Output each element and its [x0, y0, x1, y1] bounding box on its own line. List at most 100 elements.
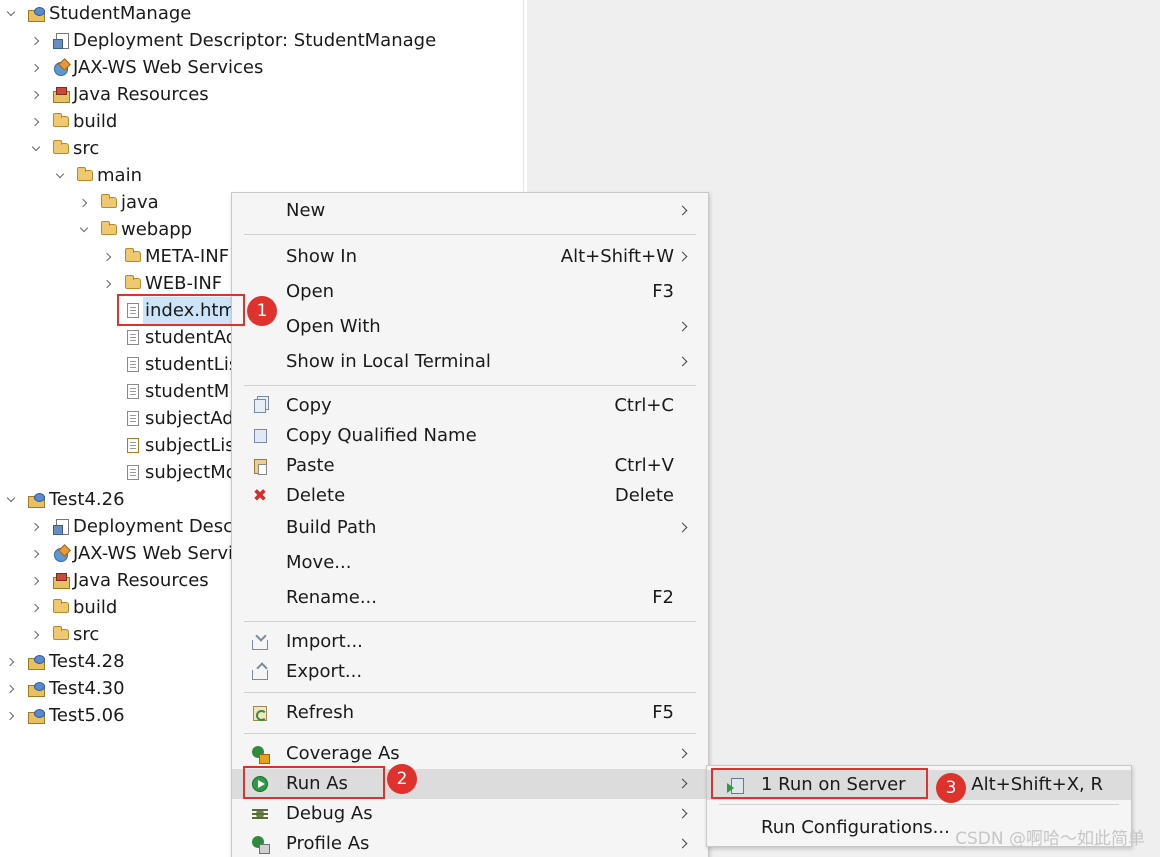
tree-row-build[interactable]: build	[0, 108, 524, 135]
menu-item-move[interactable]: Move...	[232, 548, 708, 578]
tree-row-deployment-descriptor[interactable]: Deployment Descriptor: StudentManage	[0, 27, 524, 54]
menu-separator	[244, 733, 696, 734]
menu-item-paste[interactable]: Paste Ctrl+V	[232, 451, 708, 481]
menu-item-new[interactable]: New	[232, 196, 708, 226]
project-icon	[27, 675, 45, 702]
chevron-right-icon[interactable]	[30, 540, 42, 567]
tree-label: StudentManage	[49, 3, 192, 24]
tree-label: Java Resources	[73, 84, 209, 105]
menu-item-label: Export...	[286, 661, 363, 682]
menu-item-shortcut: Delete	[614, 485, 674, 506]
menu-item-show-in-local-terminal[interactable]: Show in Local Terminal	[232, 347, 708, 377]
menu-item-label: Show In	[286, 246, 358, 267]
menu-item-label: Open With	[286, 316, 381, 337]
tree-label: build	[73, 597, 118, 618]
file-icon	[124, 324, 142, 351]
menu-item-label: Refresh	[286, 702, 354, 723]
menu-item-copy-qualified-name[interactable]: Copy Qualified Name	[232, 421, 708, 451]
menu-item-label: Paste	[286, 455, 335, 476]
chevron-right-icon[interactable]	[30, 513, 42, 540]
menu-item-show-in[interactable]: Show In Alt+Shift+W	[232, 242, 708, 272]
menu-item-build-path[interactable]: Build Path	[232, 513, 708, 543]
chevron-down-icon[interactable]	[5, 0, 17, 27]
context-menu: New Show In Alt+Shift+W Open F3 Open Wit…	[231, 192, 709, 857]
menu-item-shortcut: Ctrl+V	[614, 455, 674, 476]
tree-row-main[interactable]: main	[0, 162, 524, 189]
chevron-down-icon[interactable]	[5, 486, 17, 513]
folder-icon	[76, 162, 94, 189]
java-resources-icon	[52, 567, 70, 594]
menu-item-shortcut: F3	[652, 281, 674, 302]
tree-label: subjectLis	[145, 435, 235, 456]
tree-label: Test5.06	[49, 705, 125, 726]
chevron-right-icon[interactable]	[5, 648, 17, 675]
menu-item-copy[interactable]: Copy Ctrl+C	[232, 391, 708, 421]
chevron-right-icon[interactable]	[78, 189, 90, 216]
chevron-down-icon[interactable]	[78, 216, 90, 243]
chevron-right-icon	[677, 748, 688, 759]
folder-icon	[52, 108, 70, 135]
chevron-right-icon[interactable]	[5, 675, 17, 702]
annotation-box-1	[117, 294, 245, 326]
menu-item-profile-as[interactable]: Profile As	[232, 829, 708, 857]
folder-icon	[52, 621, 70, 648]
menu-item-delete[interactable]: ✖ Delete Delete	[232, 481, 708, 511]
tree-label: Deployment Descr	[73, 516, 241, 537]
file-icon	[124, 351, 142, 378]
project-icon	[27, 486, 45, 513]
menu-item-label: Copy Qualified Name	[286, 425, 477, 446]
tree-label: src	[73, 624, 100, 645]
tree-label: studentM	[145, 381, 230, 402]
chevron-down-icon[interactable]	[54, 162, 66, 189]
menu-item-label: Build Path	[286, 517, 377, 538]
tree-label: subjectMo	[145, 462, 237, 483]
annotation-badge-3: 3	[936, 773, 966, 803]
copy-qualified-name-icon	[251, 427, 269, 445]
tree-label: JAX-WS Web Services	[73, 57, 264, 78]
paste-icon	[251, 457, 269, 475]
menu-separator	[244, 621, 696, 622]
chevron-right-icon	[677, 838, 688, 849]
menu-item-coverage-as[interactable]: Coverage As	[232, 739, 708, 769]
menu-item-label: Rename...	[286, 587, 377, 608]
menu-item-shortcut: F5	[652, 702, 674, 723]
menu-item-export[interactable]: Export...	[232, 657, 708, 687]
tree-row-java-resources[interactable]: Java Resources	[0, 81, 524, 108]
menu-item-label: Profile As	[286, 833, 370, 854]
chevron-right-icon[interactable]	[30, 27, 42, 54]
menu-item-refresh[interactable]: Refresh F5	[232, 698, 708, 728]
chevron-down-icon[interactable]	[30, 135, 42, 162]
project-icon	[27, 648, 45, 675]
menu-item-label: Open	[286, 281, 335, 302]
menu-item-label: New	[286, 200, 326, 221]
delete-icon: ✖	[252, 486, 268, 506]
menu-item-rename[interactable]: Rename... F2	[232, 583, 708, 613]
tree-label: WEB-INF	[145, 273, 223, 294]
folder-icon	[100, 189, 118, 216]
chevron-right-icon[interactable]	[102, 243, 114, 270]
menu-item-label: Move...	[286, 552, 352, 573]
chevron-right-icon[interactable]	[30, 567, 42, 594]
tree-row-studentmanage[interactable]: StudentManage	[0, 0, 524, 27]
chevron-right-icon	[677, 251, 688, 262]
menu-item-debug-as[interactable]: Debug As	[232, 799, 708, 829]
chevron-right-icon[interactable]	[30, 54, 42, 81]
tree-row-src[interactable]: src	[0, 135, 524, 162]
menu-item-open[interactable]: Open F3	[232, 277, 708, 307]
chevron-right-icon[interactable]	[30, 621, 42, 648]
menu-item-open-with[interactable]: Open With	[232, 312, 708, 342]
chevron-right-icon[interactable]	[30, 81, 42, 108]
menu-item-shortcut: Alt+Shift+X, R	[971, 774, 1103, 795]
chevron-right-icon[interactable]	[30, 108, 42, 135]
tree-label: studentAd	[145, 327, 238, 348]
menu-item-import[interactable]: Import...	[232, 627, 708, 657]
profile-icon	[251, 835, 270, 854]
chevron-right-icon[interactable]	[5, 702, 17, 729]
menu-item-label: Delete	[286, 485, 346, 506]
tree-row-jax-ws[interactable]: JAX-WS Web Services	[0, 54, 524, 81]
chevron-right-icon[interactable]	[30, 594, 42, 621]
chevron-right-icon[interactable]	[102, 270, 114, 297]
annotation-badge-2: 2	[387, 764, 417, 794]
project-icon	[27, 702, 45, 729]
watermark: CSDN @啊哈～如此简单	[955, 829, 1145, 849]
